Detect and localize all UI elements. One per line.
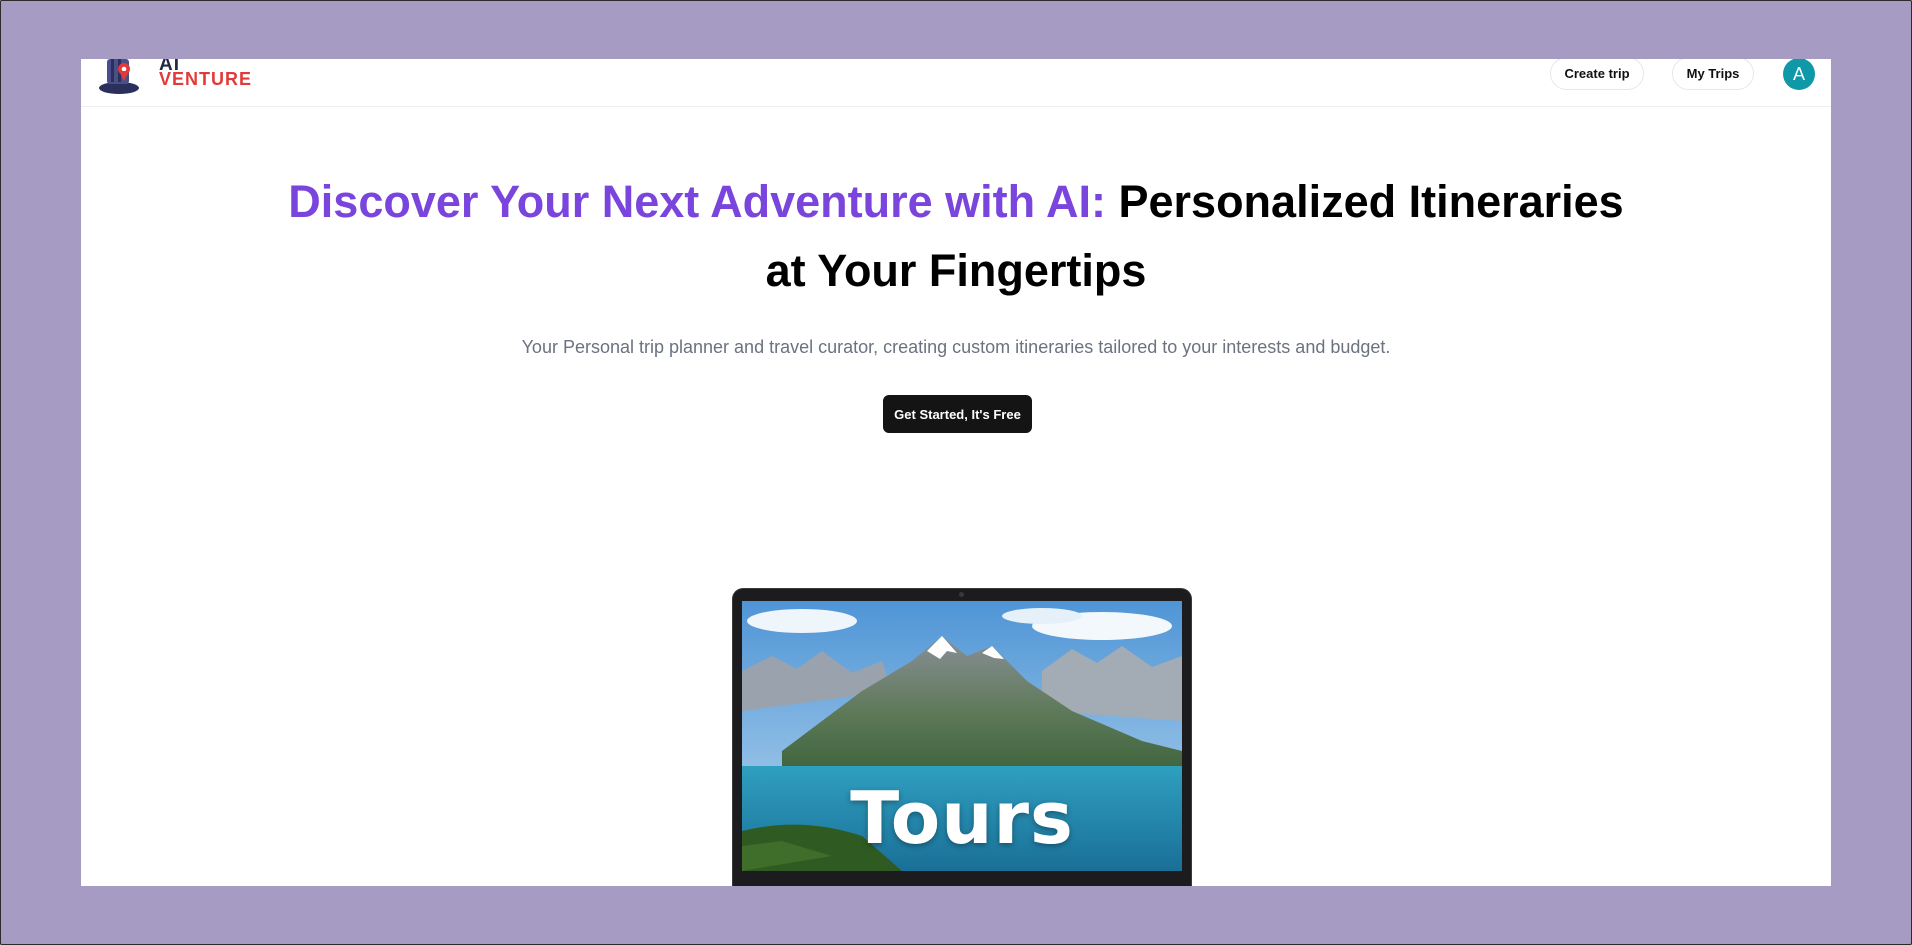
navbar: AI VENTURE Create trip My Trips A <box>81 59 1831 107</box>
laptop-screen: Tours <box>742 601 1182 871</box>
hero-subtitle: Your Personal trip planner and travel cu… <box>521 337 1391 357</box>
laptop-mockup: Tours <box>733 589 1191 886</box>
screen-word: Tours <box>850 776 1074 860</box>
get-started-button[interactable]: Get Started, It's Free <box>883 395 1032 433</box>
app-page: AI VENTURE Create trip My Trips A Discov… <box>81 59 1831 886</box>
avatar[interactable]: A <box>1783 59 1815 90</box>
camera-icon <box>959 592 964 597</box>
hero-title: Discover Your Next Adventure with AI: Pe… <box>281 167 1631 305</box>
my-trips-button[interactable]: My Trips <box>1672 59 1754 90</box>
logo-icon <box>99 59 139 94</box>
logo-text-venture: VENTURE <box>159 69 253 89</box>
hero-title-accent: Discover Your Next Adventure with AI: <box>288 176 1106 227</box>
create-trip-button[interactable]: Create trip <box>1550 59 1644 90</box>
app-logo[interactable]: AI VENTURE <box>99 59 251 95</box>
